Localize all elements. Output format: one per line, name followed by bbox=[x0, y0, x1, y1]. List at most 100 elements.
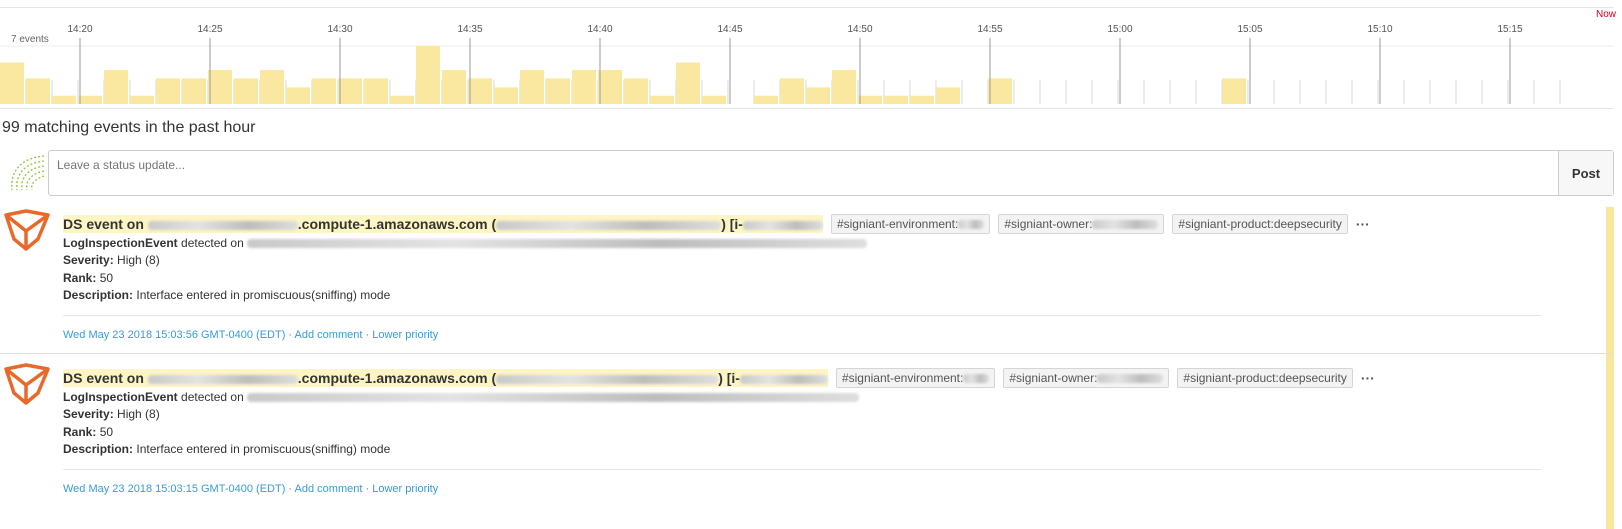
status-update-input[interactable] bbox=[55, 157, 1499, 173]
event-timestamp-link[interactable]: Wed May 23 2018 15:03:15 GMT-0400 (EDT) bbox=[63, 483, 285, 495]
lower-priority-link[interactable]: Lower priority bbox=[372, 483, 438, 495]
more-options-icon[interactable]: ··· bbox=[1356, 217, 1370, 231]
event-title-row: DS event on .compute-1.amazonaws.com () … bbox=[63, 368, 1375, 388]
timeline-bar[interactable] bbox=[988, 78, 1012, 104]
timeline-tick-label: 14:35 bbox=[457, 24, 483, 35]
event-item: DS event on .compute-1.amazonaws.com () … bbox=[0, 207, 1600, 363]
redacted-tag-value bbox=[1097, 373, 1164, 383]
timeline-bar[interactable] bbox=[520, 70, 544, 104]
timeline-bar[interactable] bbox=[598, 70, 622, 104]
timeline-now-label: Now bbox=[1595, 9, 1616, 20]
timeline-tick-label: 14:45 bbox=[717, 24, 743, 35]
timeline-bar[interactable] bbox=[286, 87, 310, 104]
event-stream: DS event on .compute-1.amazonaws.com () … bbox=[0, 207, 1614, 529]
tag-owner[interactable]: #signiant-owner: bbox=[998, 214, 1165, 234]
redacted-tag-value bbox=[1092, 219, 1159, 229]
timeline-bar[interactable] bbox=[702, 95, 726, 104]
event-title[interactable]: DS event on .compute-1.amazonaws.com () … bbox=[63, 215, 823, 233]
timeline-bar[interactable] bbox=[52, 95, 76, 104]
timeline-tick-label: 14:20 bbox=[67, 24, 93, 35]
trend-micro-deep-security-icon bbox=[2, 209, 52, 253]
timeline-tick-label: 15:15 bbox=[1497, 24, 1523, 35]
timeline-bar[interactable] bbox=[884, 95, 908, 104]
redacted-tag-value bbox=[958, 219, 985, 229]
event-divider bbox=[63, 315, 1541, 316]
event-title[interactable]: DS event on .compute-1.amazonaws.com () … bbox=[63, 369, 828, 387]
event-description-line: Description: Interface entered in promis… bbox=[63, 288, 391, 302]
timeline-bar[interactable] bbox=[754, 95, 778, 104]
timeline-bar[interactable] bbox=[416, 46, 440, 104]
timeline-bar[interactable] bbox=[936, 87, 960, 104]
tag-environment[interactable]: #signiant-environment: bbox=[835, 368, 996, 388]
lower-priority-link[interactable]: Lower priority bbox=[372, 329, 438, 341]
timeline-bar[interactable] bbox=[858, 95, 882, 104]
timeline-bar[interactable] bbox=[364, 78, 388, 104]
timeline-bar[interactable] bbox=[182, 78, 206, 104]
footer-separator: · bbox=[288, 329, 293, 341]
event-rank-line: Rank: 50 bbox=[63, 425, 114, 439]
tag-product[interactable]: #signiant-product:deepsecurity bbox=[1172, 214, 1348, 234]
timeline-bar[interactable] bbox=[0, 62, 24, 104]
more-options-icon[interactable]: ··· bbox=[1361, 371, 1375, 385]
tag-owner[interactable]: #signiant-owner: bbox=[1003, 368, 1170, 388]
event-detected-line: LogInspectionEvent detected on bbox=[63, 390, 860, 404]
redacted-detected-on bbox=[247, 393, 860, 403]
redacted-name bbox=[496, 374, 719, 384]
timeline-bar[interactable] bbox=[442, 70, 466, 104]
redacted-tag-value bbox=[963, 373, 990, 383]
timeline-bar[interactable] bbox=[572, 70, 596, 104]
timeline-bar[interactable] bbox=[910, 95, 934, 104]
event-title-row: DS event on .compute-1.amazonaws.com () … bbox=[63, 214, 1370, 234]
redacted-host bbox=[147, 374, 298, 384]
post-button[interactable]: Post bbox=[1558, 151, 1613, 195]
timeline-bar[interactable] bbox=[494, 87, 518, 104]
timeline-bar[interactable] bbox=[234, 78, 258, 104]
timeline-bar[interactable] bbox=[676, 62, 700, 104]
timeline-bar[interactable] bbox=[104, 70, 128, 104]
timeline-bar[interactable] bbox=[130, 95, 154, 104]
timeline-bar[interactable] bbox=[832, 70, 856, 104]
redacted-host bbox=[147, 220, 298, 230]
redacted-instance-id bbox=[742, 220, 823, 230]
event-timestamp-link[interactable]: Wed May 23 2018 15:03:56 GMT-0400 (EDT) bbox=[63, 329, 285, 341]
timeline-tick-label: 15:00 bbox=[1107, 24, 1133, 35]
timeline-bar[interactable] bbox=[650, 95, 674, 104]
event-footer: Wed May 23 2018 15:03:15 GMT-0400 (EDT) … bbox=[63, 483, 438, 495]
timeline-bar[interactable] bbox=[390, 95, 414, 104]
add-comment-link[interactable]: Add comment bbox=[295, 483, 363, 495]
event-detected-line: LogInspectionEvent detected on bbox=[63, 236, 868, 250]
event-rank-line: Rank: 50 bbox=[63, 271, 114, 285]
timeline-bar[interactable] bbox=[806, 87, 830, 104]
timeline-bar[interactable] bbox=[78, 95, 102, 104]
timeline-bar[interactable] bbox=[156, 78, 180, 104]
redacted-name bbox=[496, 220, 722, 230]
timeline-bar[interactable] bbox=[208, 70, 232, 104]
timeline-tick-label: 14:40 bbox=[587, 24, 613, 35]
tag-product[interactable]: #signiant-product:deepsecurity bbox=[1177, 368, 1353, 388]
footer-separator: · bbox=[365, 483, 370, 495]
priority-stripe bbox=[1606, 207, 1614, 529]
timeline-bar[interactable] bbox=[260, 70, 284, 104]
timeline-bar[interactable] bbox=[624, 78, 648, 104]
timeline-bar[interactable] bbox=[338, 78, 362, 104]
timeline-events-label: 7 events bbox=[11, 34, 49, 45]
timeline-bar[interactable] bbox=[312, 78, 336, 104]
timeline-tick-label: 15:10 bbox=[1367, 24, 1393, 35]
event-description-line: Description: Interface entered in promis… bbox=[63, 442, 391, 456]
timeline-bar[interactable] bbox=[26, 78, 50, 104]
redacted-instance-id bbox=[739, 374, 828, 384]
event-divider bbox=[63, 469, 1541, 470]
timeline-tick-label: 14:25 bbox=[197, 24, 223, 35]
event-footer: Wed May 23 2018 15:03:56 GMT-0400 (EDT) … bbox=[63, 329, 438, 341]
add-comment-link[interactable]: Add comment bbox=[295, 329, 363, 341]
footer-separator: · bbox=[365, 329, 370, 341]
status-update-box: Post bbox=[48, 150, 1614, 196]
timeline-bar[interactable] bbox=[780, 78, 804, 104]
events-summary: 99 matching events in the past hour bbox=[2, 119, 256, 136]
trend-micro-deep-security-icon bbox=[2, 363, 52, 407]
tag-environment[interactable]: #signiant-environment: bbox=[830, 214, 991, 234]
timeline-bar[interactable] bbox=[1222, 78, 1246, 104]
timeline-bar[interactable] bbox=[468, 78, 492, 104]
timeline-bar[interactable] bbox=[546, 78, 570, 104]
event-timeline[interactable]: 7 events Now 14:20 14:25 14:30 14:35 14:40 14… bbox=[0, 7, 1616, 109]
